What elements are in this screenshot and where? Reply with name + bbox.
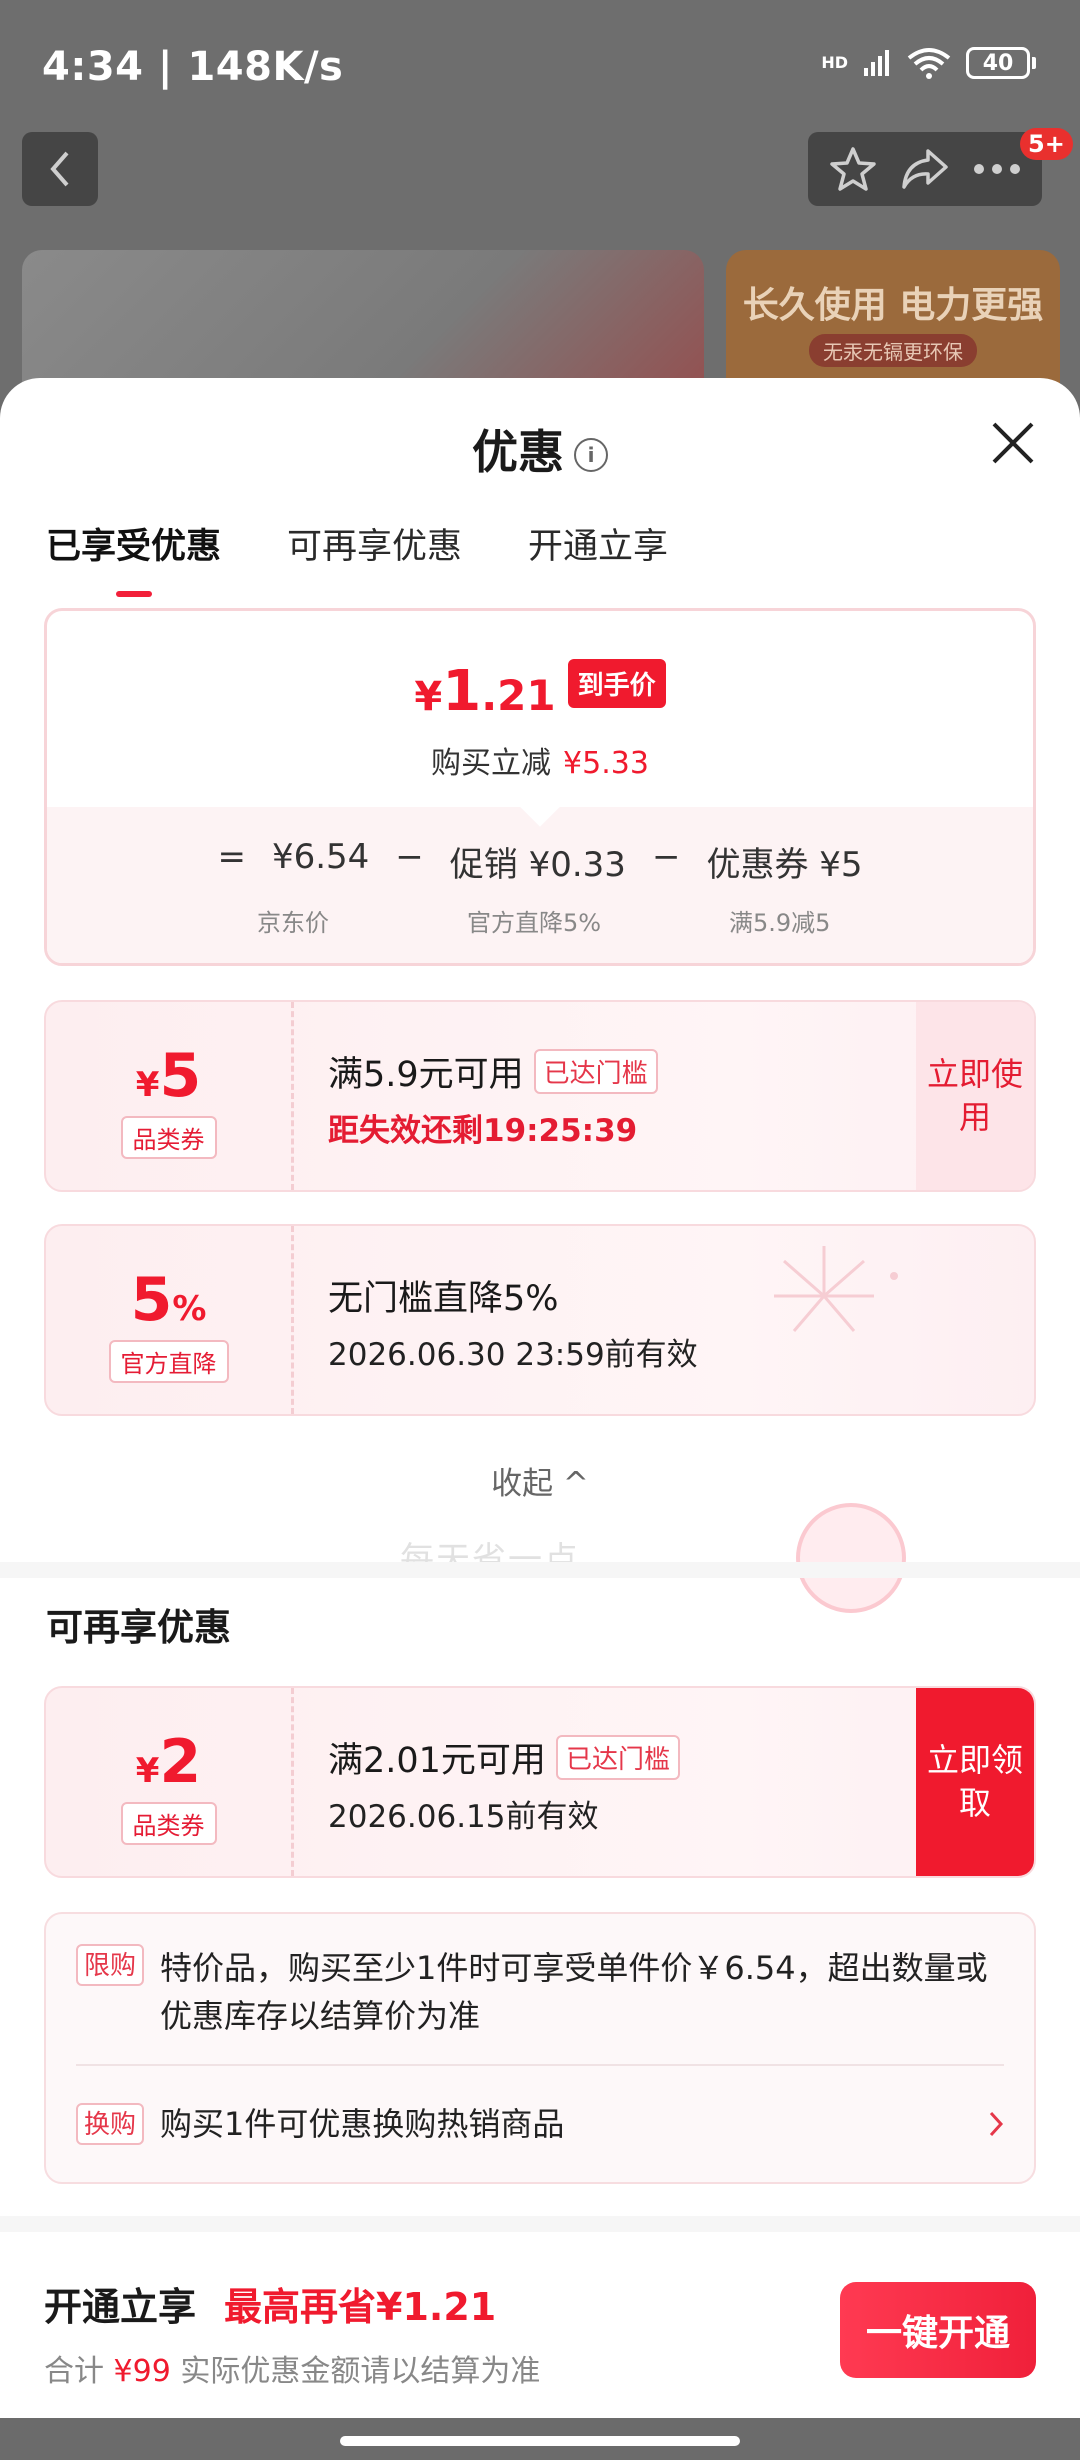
star-icon[interactable] — [829, 145, 877, 193]
label-jd-price: 京东价 — [257, 909, 329, 937]
sheet-title: 优惠 i — [0, 416, 1080, 482]
chevron-left-icon — [50, 151, 69, 187]
max-save: 最高再省¥1.21 — [224, 2285, 497, 2329]
status-bar: 4:34 | 148K/s HD 40 — [0, 0, 1080, 130]
wifi-icon — [907, 48, 951, 79]
chevron-right-icon — [989, 2111, 1004, 2137]
coupon-kind: 品类券 — [120, 1802, 217, 1845]
threshold-chip: 已达门槛 — [555, 1735, 680, 1780]
collapse-button[interactable]: 收起 ^ — [0, 1458, 1080, 1503]
total-line: 合计 ¥99 实际优惠金额请以结算为准 — [44, 2354, 541, 2389]
limit-tag: 限购 — [76, 1944, 145, 1986]
coupon-amount: ¥2 — [135, 1727, 202, 1797]
price-summary-card: ¥1.21 到手价 购买立减 ¥5.33 = ¥6.54 − 促销 ¥0.33 −… — [44, 608, 1036, 966]
claimed-stamp-icon — [796, 1503, 906, 1613]
one-click-activate-button[interactable]: 一键开通 — [840, 2282, 1036, 2378]
bottom-action-bar: 开通立享 最高再省¥1.21 合计 ¥99 实际优惠金额请以结算为准 一键开通 — [0, 2232, 1080, 2412]
tab-more-available[interactable]: 可再享优惠 — [287, 518, 462, 569]
top-action-group — [808, 132, 1042, 206]
message-badge: 5+ — [1020, 128, 1073, 160]
status-icons: HD 40 — [821, 46, 1036, 80]
more-icon[interactable] — [973, 163, 1021, 175]
coupon-validity: 2026.06.15前有效 — [328, 1799, 599, 1835]
discount-tabs: 已享受优惠 可再享优惠 开通立享 — [46, 518, 668, 597]
section-divider — [0, 2216, 1080, 2232]
firework-decoration-icon — [774, 1246, 898, 1332]
price-breakdown: = ¥6.54 − 促销 ¥0.33 − 优惠券 ¥5 京东价 官方直降5% 满… — [47, 787, 1033, 963]
coupon-amount: ¥5 — [135, 1041, 202, 1111]
tab-enjoyed[interactable]: 已享受优惠 — [46, 518, 221, 597]
share-icon[interactable] — [900, 147, 950, 191]
purchase-rules-card: 限购 特价品，购买至少1件时可享受单件价￥6.54，超出数量或优惠库存以结算价为… — [44, 1912, 1036, 2184]
coupon-validity: 2026.06.30 23:59前有效 — [328, 1337, 698, 1373]
final-price-tag: 到手价 — [567, 659, 666, 708]
hd-signal-icon: HD — [821, 53, 848, 72]
label-coupon-condition: 满5.9减5 — [729, 909, 831, 937]
limit-text: 特价品，购买至少1件时可享受单件价￥6.54，超出数量或优惠库存以结算价为准 — [160, 1949, 988, 2035]
swap-tag: 换购 — [76, 2103, 145, 2145]
label-official-drop: 官方直降5% — [467, 909, 602, 937]
coupon-card-category: ¥5 品类券 满5.9元可用 已达门槛 距失效还剩19:25:39 立即使用 — [44, 1000, 1036, 1192]
coupon-kind: 官方直降 — [108, 1340, 229, 1383]
instant-reduction: 购买立减 ¥5.33 — [431, 746, 649, 781]
swap-text: 购买1件可优惠换购热销商品 — [160, 2105, 565, 2143]
total-value: ¥99 — [113, 2354, 171, 2389]
coupon-condition: 无门槛直降5% — [328, 1279, 559, 1319]
signal-icon — [864, 50, 889, 76]
activate-label: 开通立享 — [44, 2285, 197, 2329]
close-icon[interactable] — [988, 418, 1038, 468]
swap-row[interactable]: 换购 购买1件可优惠换购热销商品 — [76, 2100, 1004, 2148]
discount-sheet: 优惠 i 已享受优惠 可再享优惠 开通立享 ¥1.21 到手价 购买立减 ¥5.33… — [0, 378, 1080, 2418]
use-now-button[interactable]: 立即使用 — [916, 1002, 1034, 1190]
coupon-kind: 品类券 — [120, 1116, 217, 1159]
banner-title: 长久使用 电力更强 — [742, 285, 1044, 326]
banner-subtitle: 无汞无镉更环保 — [809, 334, 977, 367]
status-time: 4:34 | 148K/s — [42, 44, 344, 90]
info-icon[interactable]: i — [574, 438, 608, 472]
tab-activate[interactable]: 开通立享 — [528, 518, 668, 569]
limit-row: 限购 特价品，购买至少1件时可享受单件价￥6.54，超出数量或优惠库存以结算价为… — [76, 1944, 1004, 2040]
coupon-card-claimable: ¥2 品类券 满2.01元可用 已达门槛 2026.06.15前有效 立即领取 — [44, 1686, 1036, 1878]
back-button[interactable] — [22, 132, 98, 206]
coupon-card-official-drop: 5% 官方直降 无门槛直降5% 2026.06.30 23:59前有效 — [44, 1224, 1036, 1416]
coupon-amount: 5% — [130, 1265, 207, 1335]
section-divider — [0, 1562, 1080, 1578]
final-price: ¥1.21 — [414, 659, 556, 724]
coupon-countdown: 距失效还剩19:25:39 — [328, 1113, 638, 1149]
claim-now-button[interactable]: 立即领取 — [916, 1688, 1034, 1876]
coupon-condition: 满2.01元可用 — [328, 1741, 546, 1781]
threshold-chip: 已达门槛 — [533, 1049, 658, 1094]
home-indicator[interactable] — [340, 2436, 740, 2446]
coupon-condition: 满5.9元可用 — [328, 1055, 524, 1095]
battery-icon: 40 — [966, 47, 1036, 79]
section-title-more: 可再享优惠 — [46, 1606, 231, 1649]
